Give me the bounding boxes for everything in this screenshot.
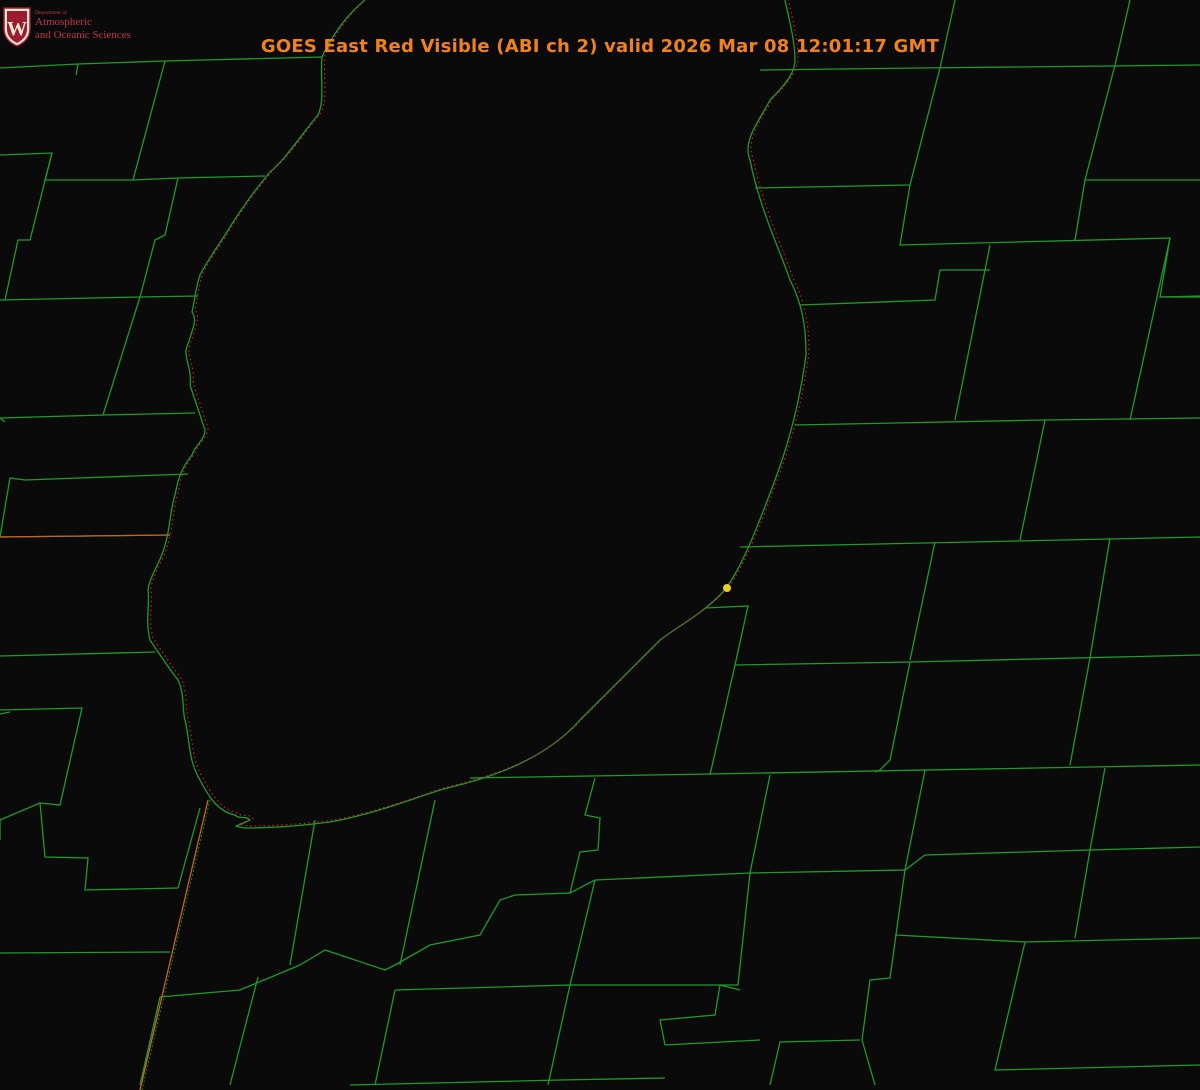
- satellite-map: [0, 0, 1200, 1090]
- logo-line1: Atmospheric: [35, 16, 92, 28]
- location-marker: [723, 584, 731, 592]
- lake-surface: [0, 0, 1200, 1090]
- image-title: GOES East Red Visible (ABI ch 2) valid 2…: [260, 36, 940, 57]
